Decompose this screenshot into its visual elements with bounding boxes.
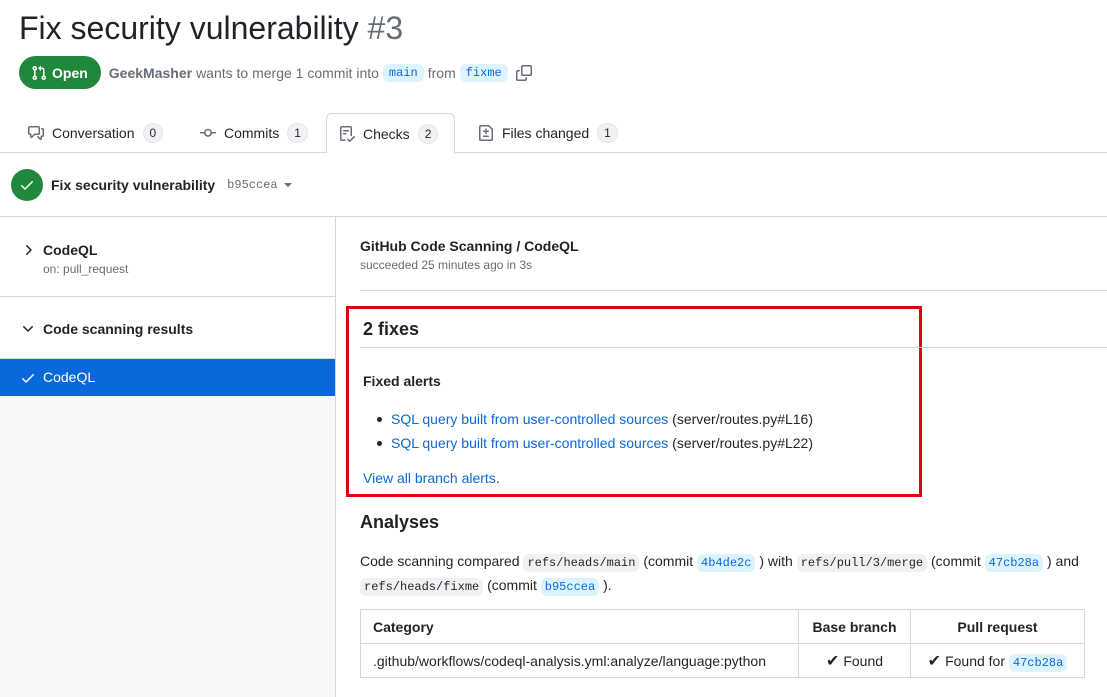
checks-header: Fix security vulnerability b95ccea bbox=[0, 153, 1107, 217]
sidebar-run-trigger: on: pull_request bbox=[43, 262, 129, 276]
copy-icon[interactable] bbox=[515, 64, 532, 81]
sidebar-item-codeql-selected[interactable]: CodeQL bbox=[0, 359, 335, 396]
tab-label: Commits bbox=[224, 125, 280, 141]
run-title: GitHub Code Scanning / CodeQL bbox=[360, 238, 579, 254]
base-ref: refs/heads/main bbox=[523, 554, 640, 572]
head-commit-link[interactable]: b95ccea bbox=[540, 578, 600, 596]
alert-location: (server/routes.py#L22) bbox=[672, 435, 813, 451]
git-pull-request-icon bbox=[32, 65, 47, 80]
tab-label: Files changed bbox=[502, 125, 590, 141]
check-circle-icon bbox=[11, 168, 43, 201]
from-text: from bbox=[427, 64, 456, 81]
pr-meta: Open GeekMasher wants to merge 1 commit … bbox=[19, 56, 532, 89]
status-label: Open bbox=[52, 64, 88, 81]
analyses-table: Category Base branch Pull request .githu… bbox=[360, 609, 1085, 678]
tab-label: Checks bbox=[363, 125, 410, 142]
base-commit-link[interactable]: 4b4de2c bbox=[697, 554, 756, 572]
category-cell: .github/workflows/codeql-analysis.yml:an… bbox=[360, 643, 799, 678]
divider bbox=[360, 347, 1107, 348]
head-ref: refs/heads/fixme bbox=[360, 578, 484, 596]
text: Code scanning compared bbox=[360, 553, 520, 569]
merge-text: wants to merge 1 commit into bbox=[196, 64, 379, 81]
alert-location: (server/routes.py#L16) bbox=[672, 411, 813, 427]
merge-commit-link[interactable]: 47cb28a bbox=[984, 554, 1044, 572]
table-header-row: Category Base branch Pull request bbox=[360, 609, 1085, 644]
tab-count: 1 bbox=[597, 123, 618, 143]
check-run-details: GitHub Code Scanning / CodeQL succeeded … bbox=[337, 217, 1107, 697]
column-header-base-branch: Base branch bbox=[798, 609, 911, 644]
alert-link[interactable]: SQL query built from user-controlled sou… bbox=[391, 435, 668, 451]
text: ). bbox=[603, 577, 612, 593]
check-icon: ✔ bbox=[927, 652, 942, 670]
text: ) with bbox=[759, 553, 793, 569]
column-header-pull-request: Pull request bbox=[910, 609, 1085, 644]
text: ) and bbox=[1046, 553, 1079, 569]
sidebar-run-name: CodeQL bbox=[43, 242, 98, 258]
pr-commit-link[interactable]: 47cb28a bbox=[1008, 653, 1068, 672]
git-commit-icon bbox=[200, 128, 216, 137]
tab-label: Conversation bbox=[52, 125, 135, 141]
analysis-summary: Code scanning compared refs/heads/main (… bbox=[360, 550, 1100, 598]
tab-count: 2 bbox=[417, 123, 439, 144]
base-status-cell: ✔ Found bbox=[798, 643, 911, 678]
check-icon bbox=[20, 370, 36, 386]
sidebar-active-label: CodeQL bbox=[43, 369, 96, 385]
fixes-section: 2 fixes Fixed alerts SQL query built fro… bbox=[346, 306, 1107, 497]
list-item: SQL query built from user-controlled sou… bbox=[363, 431, 813, 455]
tab-files-changed[interactable]: Files changed 1 bbox=[466, 113, 634, 153]
pr-status-label: Found for bbox=[945, 652, 1006, 669]
caret-down-icon[interactable] bbox=[283, 182, 292, 187]
file-diff-icon bbox=[479, 125, 493, 141]
sidebar-suite-name: Code scanning results bbox=[43, 321, 194, 337]
view-all-suffix: . bbox=[495, 470, 500, 486]
chevron-down-icon[interactable] bbox=[20, 321, 36, 337]
checks-commit-title: Fix security vulnerability bbox=[51, 176, 216, 193]
pr-number: #3 bbox=[367, 10, 404, 46]
page-title: Fix security vulnerability #3 bbox=[19, 10, 403, 47]
base-status-label: Found bbox=[843, 652, 884, 669]
text: (commit bbox=[931, 553, 981, 569]
checklist-icon bbox=[340, 125, 355, 142]
check-icon: ✔ bbox=[825, 652, 840, 670]
text: (commit bbox=[643, 553, 694, 569]
tab-commits[interactable]: Commits 1 bbox=[188, 113, 324, 153]
tab-count: 0 bbox=[142, 123, 164, 143]
comment-discussion-icon bbox=[28, 126, 44, 140]
checks-sidebar: CodeQL on: pull_request Code scanning re… bbox=[0, 217, 336, 697]
tab-count: 1 bbox=[287, 123, 308, 143]
pr-title-text: Fix security vulnerability bbox=[19, 10, 359, 46]
analyses-title: Analyses bbox=[360, 512, 440, 532]
sidebar-item-code-scanning-results[interactable]: Code scanning results bbox=[0, 297, 335, 359]
fixed-alerts-list: SQL query built from user-controlled sou… bbox=[363, 407, 813, 455]
author-link[interactable]: GeekMasher bbox=[109, 65, 192, 81]
view-all-row: View all branch alerts. bbox=[363, 470, 500, 486]
view-all-branch-alerts-link[interactable]: View all branch alerts bbox=[363, 470, 496, 486]
run-status: succeeded 25 minutes ago in 3s bbox=[360, 258, 533, 272]
tab-checks[interactable]: Checks 2 bbox=[326, 113, 456, 154]
list-item: SQL query built from user-controlled sou… bbox=[363, 407, 813, 431]
fixed-alerts-heading: Fixed alerts bbox=[363, 373, 441, 389]
sidebar-item-codeql-run[interactable]: CodeQL on: pull_request bbox=[0, 217, 335, 297]
alert-link[interactable]: SQL query built from user-controlled sou… bbox=[391, 411, 668, 427]
merge-ref: refs/pull/3/merge bbox=[796, 554, 928, 572]
pr-tabs: Conversation 0 Commits 1 Checks 2 Files … bbox=[0, 113, 1107, 154]
base-branch-link[interactable]: main bbox=[382, 63, 424, 82]
status-badge: Open bbox=[19, 56, 101, 89]
chevron-right-icon[interactable] bbox=[20, 242, 36, 258]
tab-conversation[interactable]: Conversation 0 bbox=[16, 113, 179, 153]
column-header-category: Category bbox=[360, 609, 799, 644]
head-branch-link[interactable]: fixme bbox=[459, 63, 508, 82]
table-row: .github/workflows/codeql-analysis.yml:an… bbox=[360, 643, 1085, 678]
text: (commit bbox=[487, 577, 537, 593]
commit-sha-dropdown[interactable]: b95ccea bbox=[227, 178, 277, 192]
pr-status-cell: ✔ Found for 47cb28a bbox=[910, 643, 1085, 678]
divider bbox=[360, 290, 1107, 291]
merge-summary: GeekMasher wants to merge 1 commit into … bbox=[109, 63, 532, 82]
fixes-title: 2 fixes bbox=[363, 319, 420, 339]
